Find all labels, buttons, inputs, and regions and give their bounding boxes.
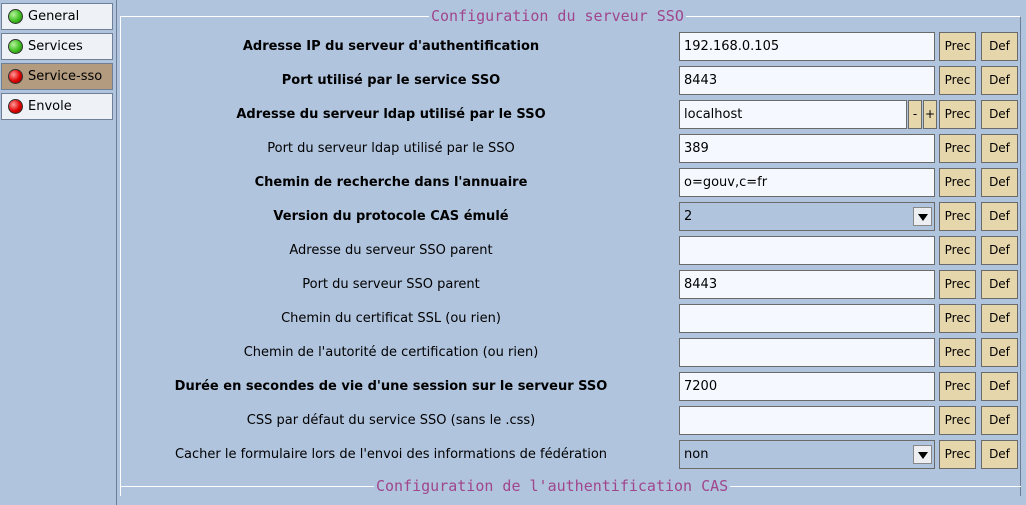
- tab-label: Services: [28, 39, 83, 54]
- ip-address-input[interactable]: 192.168.0.105: [679, 32, 935, 61]
- status-green-icon: [8, 9, 23, 24]
- field-row-ssl-cert: Chemin du certificat SSL (ou rien) Prec …: [118, 302, 1026, 336]
- tab-envole[interactable]: Envole: [1, 93, 113, 120]
- def-button[interactable]: Def: [981, 202, 1018, 231]
- def-button[interactable]: Def: [981, 66, 1018, 95]
- def-button[interactable]: Def: [981, 338, 1018, 367]
- default-css-input[interactable]: [679, 406, 935, 435]
- tab-label: Envole: [28, 99, 72, 114]
- session-duration-input[interactable]: 7200: [679, 372, 935, 401]
- parent-address-input[interactable]: [679, 236, 935, 265]
- field-label: Adresse du serveur SSO parent: [289, 243, 493, 258]
- tab-label: Service-sso: [28, 69, 103, 84]
- field-label: Port du serveur SSO parent: [302, 277, 480, 292]
- def-button[interactable]: Def: [981, 372, 1018, 401]
- section-title: Configuration du serveur SSO: [429, 7, 686, 25]
- def-button[interactable]: Def: [981, 100, 1018, 129]
- field-label: Chemin du certificat SSL (ou rien): [281, 311, 501, 326]
- select-value: non: [684, 447, 709, 462]
- def-button[interactable]: Def: [981, 168, 1018, 197]
- field-label: Adresse IP du serveur d'authentification: [242, 39, 540, 54]
- ldap-address-input[interactable]: localhost: [679, 100, 907, 129]
- add-value-button[interactable]: +: [923, 100, 937, 129]
- def-button[interactable]: Def: [981, 440, 1018, 469]
- parent-port-input[interactable]: 8443: [679, 270, 935, 299]
- prec-button[interactable]: Prec: [939, 66, 976, 95]
- prec-button[interactable]: Prec: [939, 440, 976, 469]
- next-section-title: Configuration de l'authentification CAS: [374, 477, 731, 495]
- field-row-hide-form: Cacher le formulaire lors de l'envoi des…: [118, 438, 1026, 472]
- prec-button[interactable]: Prec: [939, 338, 976, 367]
- field-label: CSS par défaut du service SSO (sans le .…: [246, 413, 536, 428]
- field-row-cas-version: Version du protocole CAS émulé 2 Prec De…: [118, 200, 1026, 234]
- prec-button[interactable]: Prec: [939, 406, 976, 435]
- ssl-cert-input[interactable]: [679, 304, 935, 333]
- field-label: Cacher le formulaire lors de l'envoi des…: [174, 447, 608, 462]
- tab-service-sso[interactable]: Service-sso: [1, 63, 113, 90]
- prec-button[interactable]: Prec: [939, 270, 976, 299]
- sso-port-input[interactable]: 8443: [679, 66, 935, 95]
- cas-version-select[interactable]: 2: [679, 202, 935, 231]
- tab-general[interactable]: General: [1, 3, 113, 30]
- status-red-icon: [8, 99, 23, 114]
- field-label: Chemin de recherche dans l'annuaire: [254, 175, 528, 190]
- field-label: Adresse du serveur ldap utilisé par le S…: [236, 107, 546, 122]
- tab-label: General: [28, 9, 80, 24]
- chevron-down-icon[interactable]: [913, 207, 932, 226]
- field-label: Port utilisé par le service SSO: [281, 73, 501, 88]
- search-path-input[interactable]: o=gouv,c=fr: [679, 168, 935, 197]
- field-row-parent-address: Adresse du serveur SSO parent Prec Def: [118, 234, 1026, 268]
- field-label: Durée en secondes de vie d'une session s…: [174, 379, 608, 394]
- def-button[interactable]: Def: [981, 304, 1018, 333]
- hide-form-select[interactable]: non: [679, 440, 935, 469]
- prec-button[interactable]: Prec: [939, 236, 976, 265]
- sidebar: General Services Service-sso Envole: [0, 0, 117, 505]
- main-panel: Configuration du serveur SSO Adresse IP …: [118, 0, 1026, 505]
- select-value: 2: [684, 209, 693, 224]
- field-label: Chemin de l'autorité de certification (o…: [243, 345, 539, 360]
- field-row-ip: Adresse IP du serveur d'authentification…: [118, 30, 1026, 64]
- field-row-default-css: CSS par défaut du service SSO (sans le .…: [118, 404, 1026, 438]
- field-row-session-duration: Durée en secondes de vie d'une session s…: [118, 370, 1026, 404]
- ca-cert-input[interactable]: [679, 338, 935, 367]
- prec-button[interactable]: Prec: [939, 100, 976, 129]
- def-button[interactable]: Def: [981, 406, 1018, 435]
- prec-button[interactable]: Prec: [939, 372, 976, 401]
- field-row-ldap-address: Adresse du serveur ldap utilisé par le S…: [118, 98, 1026, 132]
- field-row-search-path: Chemin de recherche dans l'annuaire o=go…: [118, 166, 1026, 200]
- field-row-ldap-port: Port du serveur ldap utilisé par le SSO …: [118, 132, 1026, 166]
- def-button[interactable]: Def: [981, 236, 1018, 265]
- prec-button[interactable]: Prec: [939, 168, 976, 197]
- prec-button[interactable]: Prec: [939, 202, 976, 231]
- def-button[interactable]: Def: [981, 134, 1018, 163]
- status-red-icon: [8, 69, 23, 84]
- prec-button[interactable]: Prec: [939, 304, 976, 333]
- status-green-icon: [8, 39, 23, 54]
- chevron-down-icon[interactable]: [913, 445, 932, 464]
- field-row-parent-port: Port du serveur SSO parent 8443 Prec Def: [118, 268, 1026, 302]
- prec-button[interactable]: Prec: [939, 32, 976, 61]
- field-label: Version du protocole CAS émulé: [273, 209, 509, 224]
- field-row-ca-cert: Chemin de l'autorité de certification (o…: [118, 336, 1026, 370]
- tab-services[interactable]: Services: [1, 33, 113, 60]
- def-button[interactable]: Def: [981, 270, 1018, 299]
- ldap-port-input[interactable]: 389: [679, 134, 935, 163]
- prec-button[interactable]: Prec: [939, 134, 976, 163]
- field-row-sso-port: Port utilisé par le service SSO 8443 Pre…: [118, 64, 1026, 98]
- remove-value-button[interactable]: -: [908, 100, 922, 129]
- field-label: Port du serveur ldap utilisé par le SSO: [267, 141, 515, 156]
- def-button[interactable]: Def: [981, 32, 1018, 61]
